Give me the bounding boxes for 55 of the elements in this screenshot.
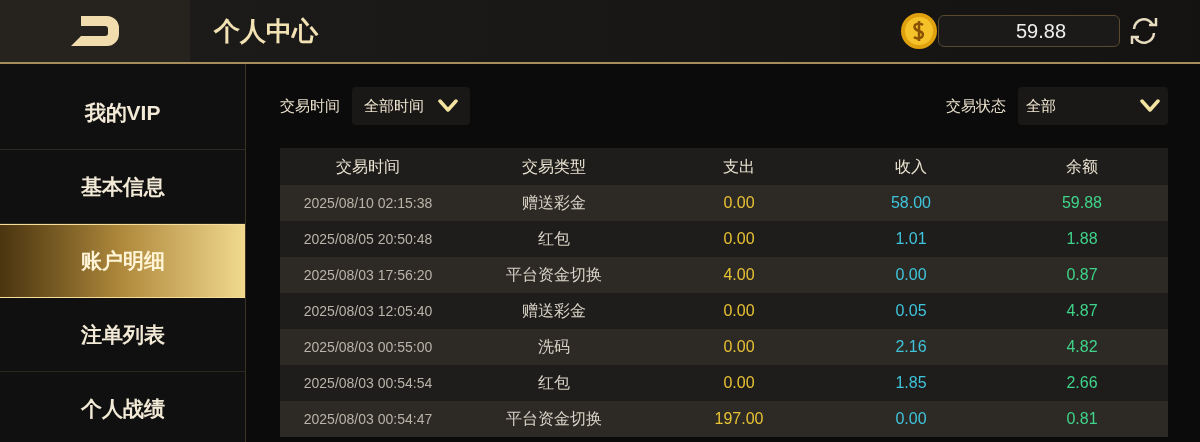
column-header: 余额 [1065,156,1099,177]
table-cell-text: 4.87 [1065,301,1099,321]
table-cell-text: 197.00 [713,409,765,429]
table-cell-text: 2025/08/03 00:55:00 [302,337,434,357]
sidebar-item[interactable]: 个人战绩 [0,372,245,442]
table-cell-text: 59.88 [1060,193,1103,213]
table-cell-text: 58.00 [889,193,932,213]
coin-icon [900,12,938,50]
sidebar-item[interactable]: 我的VIP [0,76,245,150]
table-cell-text: 0.00 [894,409,928,429]
table-cell-text: 0.00 [722,193,756,213]
column-header: 交易类型 [521,156,587,177]
column-header: 收入 [894,156,928,177]
table-cell-text: 0.05 [894,301,928,321]
table-cell-text: 0.81 [1065,409,1099,429]
sidebar-item[interactable]: 注单列表 [0,298,245,372]
refresh-icon [1128,15,1160,47]
chevron-down-icon [438,99,458,113]
table-cell-text: 0.00 [722,337,756,357]
table-cell-text: 赠送彩金 [521,301,587,321]
table-cell-text: 4.82 [1065,337,1099,357]
table-cell-text: 0.00 [722,301,756,321]
table-cell-text: 2025/08/03 12:05:40 [302,301,434,321]
table-cell-text: 2025/08/03 00:54:54 [302,373,434,393]
table-cell-text: 洗码 [537,337,571,357]
table-cell-text: 红包 [537,373,571,393]
table-cell-text: 2025/08/03 17:56:20 [302,265,434,285]
table-cell-text: 0.00 [722,373,756,393]
chevron-down-icon [1140,99,1160,113]
table-cell-text: 1.88 [1065,229,1099,249]
status-filter-dropdown[interactable]: 全部 [1018,87,1168,125]
table-cell-text: 红包 [537,229,571,249]
table-cell-text: 0.87 [1065,265,1099,285]
table-cell-text: 2025/08/03 00:54:47 [302,409,434,429]
table-cell-text: 2.16 [894,337,928,357]
table-cell-text: 2.66 [1065,373,1099,393]
time-filter-dropdown[interactable]: 全部时间 [352,87,470,125]
table-cell-text: 2025/08/05 20:50:48 [302,229,434,249]
back-button[interactable] [0,0,190,62]
table-cell-text: 1.85 [894,373,928,393]
table-cell-text: 0.00 [894,265,928,285]
filter-label: 交易状态 [946,95,1006,116]
column-header: 支出 [722,156,756,177]
table-cell-text: 0.00 [722,229,756,249]
page-title: 个人中心 [214,14,318,48]
column-header: 交易时间 [335,156,401,177]
table-cell-text: 2025/08/10 02:15:38 [302,193,434,213]
table-cell-text: 平台资金切换 [505,265,603,285]
table-cell-text: 平台资金切换 [505,409,603,429]
balance-amount: 59.88 [1015,19,1067,44]
table-cell-text: 1.01 [894,229,928,249]
table-cell-text: 赠送彩金 [521,193,587,213]
back-logo-icon [69,14,121,48]
filter-label: 交易时间 [280,95,340,116]
table-cell-text: 4.00 [722,265,756,285]
